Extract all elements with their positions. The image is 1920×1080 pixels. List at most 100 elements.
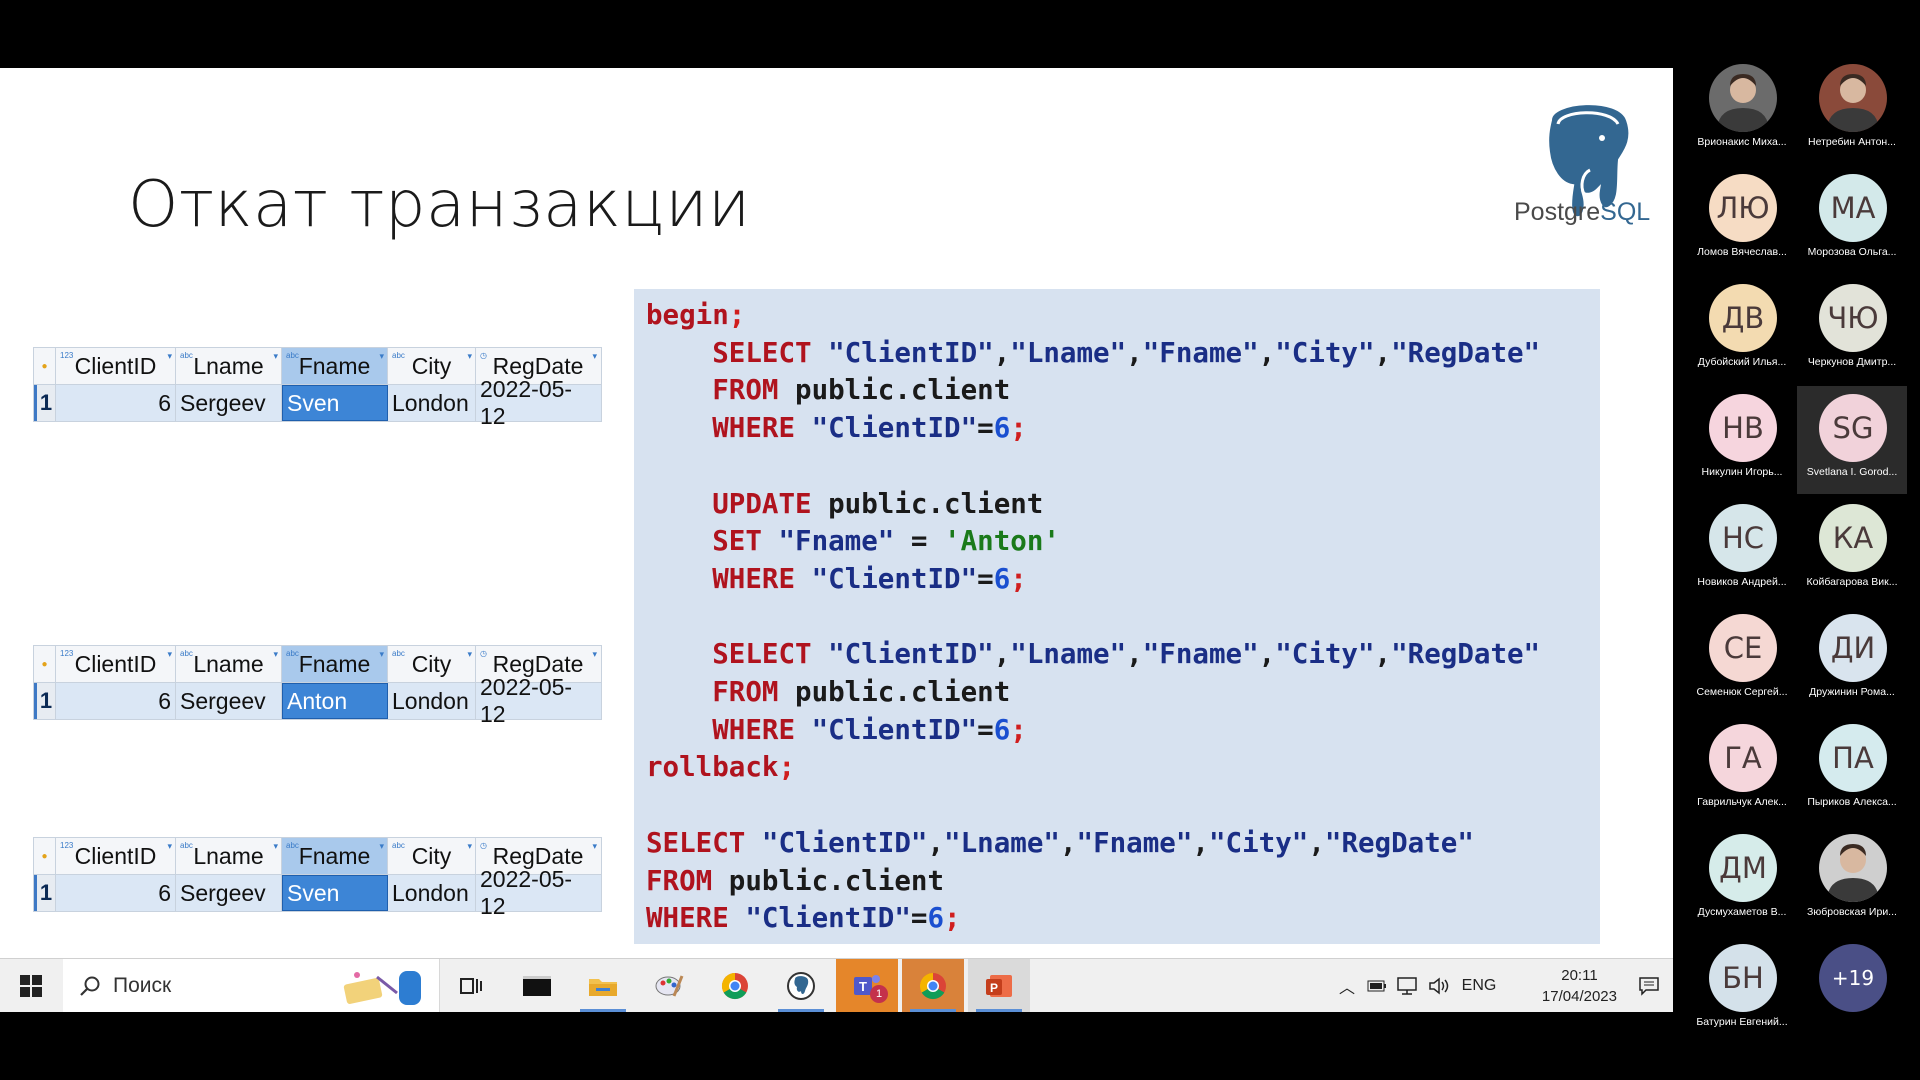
pgadmin-button[interactable] bbox=[770, 959, 832, 1012]
participant-tile[interactable]: ЧЮ Черкунов Дмитр... bbox=[1797, 276, 1907, 384]
filter-icon[interactable]: ▾ bbox=[379, 351, 384, 362]
cell-fname[interactable]: Anton bbox=[282, 683, 388, 719]
column-header-city[interactable]: abc City ▾ bbox=[388, 838, 476, 874]
participant-tile[interactable]: SG Svetlana I. Gorod... bbox=[1797, 386, 1907, 494]
filter-icon[interactable]: ▾ bbox=[592, 351, 597, 362]
task-view-button[interactable] bbox=[440, 959, 502, 1012]
battery-button[interactable] bbox=[1363, 959, 1391, 1012]
cell-fname[interactable]: Sven bbox=[282, 875, 388, 911]
participant-tile[interactable]: МА Морозова Ольга... bbox=[1797, 166, 1907, 274]
avatar: КА bbox=[1819, 504, 1887, 572]
grid-corner[interactable]: ● bbox=[34, 646, 56, 682]
filter-icon[interactable]: ▾ bbox=[467, 841, 472, 852]
filter-icon[interactable]: ▾ bbox=[167, 351, 172, 362]
filter-icon[interactable]: ▾ bbox=[273, 841, 278, 852]
participant-tile[interactable]: ПА Пыриков Алекса... bbox=[1797, 716, 1907, 824]
more-participants-button[interactable]: +19 bbox=[1797, 936, 1907, 1044]
filter-icon[interactable]: ▾ bbox=[467, 649, 472, 660]
table-row[interactable]: 1 6 Sergeev Sven London 2022-05-12 bbox=[34, 376, 601, 429]
filter-icon[interactable]: ▾ bbox=[592, 649, 597, 660]
participant-tile[interactable]: ДМ Дусмухаметов В... bbox=[1687, 826, 1797, 934]
taskbar-clock[interactable]: 20:11 17/04/2023 bbox=[1542, 965, 1617, 1007]
column-header-fname[interactable]: abc Fname ▾ bbox=[282, 348, 388, 384]
filter-icon[interactable]: ▾ bbox=[273, 351, 278, 362]
participant-tile[interactable]: НС Новиков Андрей... bbox=[1687, 496, 1797, 604]
column-header-label: City bbox=[411, 650, 452, 677]
cell-clientid[interactable]: 6 bbox=[56, 683, 176, 719]
show-hidden-icons-button[interactable]: ︿ bbox=[1333, 959, 1361, 1012]
column-header-clientid[interactable]: 123 ClientID ▾ bbox=[56, 646, 176, 682]
chrome-button[interactable] bbox=[902, 959, 964, 1012]
teams-button[interactable]: T 1 bbox=[836, 959, 898, 1012]
code-token: "Lname" bbox=[1010, 638, 1127, 671]
cell-city[interactable]: London bbox=[388, 683, 476, 719]
cell-lname[interactable]: Sergeev bbox=[176, 875, 282, 911]
terminal-button[interactable] bbox=[506, 959, 568, 1012]
cell-lname[interactable]: Sergeev bbox=[176, 683, 282, 719]
row-number[interactable]: 1 bbox=[34, 683, 56, 719]
search-highlight-icon bbox=[343, 971, 421, 1005]
file-explorer-button[interactable] bbox=[572, 959, 634, 1012]
participant-tile[interactable]: КА Койбагарова Вик... bbox=[1797, 496, 1907, 604]
filter-icon[interactable]: ▾ bbox=[379, 649, 384, 660]
cell-city[interactable]: London bbox=[388, 875, 476, 911]
filter-icon[interactable]: ▾ bbox=[379, 841, 384, 852]
row-number[interactable]: 1 bbox=[34, 385, 56, 421]
participant-tile[interactable]: ДВ Дубойский Илья... bbox=[1687, 276, 1797, 384]
column-header-lname[interactable]: abc Lname ▾ bbox=[176, 348, 282, 384]
table-row[interactable]: 1 6 Sergeev Anton London 2022-05-12 bbox=[34, 674, 601, 727]
participant-tile[interactable]: ЛЮ Ломов Вячеслав... bbox=[1687, 166, 1797, 274]
network-button[interactable] bbox=[1393, 959, 1421, 1012]
column-header-city[interactable]: abc City ▾ bbox=[388, 646, 476, 682]
chrome-button[interactable] bbox=[704, 959, 766, 1012]
powerpoint-button[interactable]: P bbox=[968, 959, 1030, 1012]
paint-button[interactable] bbox=[638, 959, 700, 1012]
column-header-lname[interactable]: abc Lname ▾ bbox=[176, 838, 282, 874]
code-token: , bbox=[993, 638, 1011, 671]
participant-tile[interactable]: Зюбровская Ири... bbox=[1797, 826, 1907, 934]
grid-corner[interactable]: ● bbox=[34, 838, 56, 874]
cell-fname[interactable]: Sven bbox=[282, 385, 388, 421]
participant-tile[interactable]: БН Батурин Евгений... bbox=[1687, 936, 1797, 1044]
cell-city[interactable]: London bbox=[388, 385, 476, 421]
column-header-city[interactable]: abc City ▾ bbox=[388, 348, 476, 384]
volume-button[interactable] bbox=[1425, 959, 1453, 1012]
column-header-fname[interactable]: abc Fname ▾ bbox=[282, 646, 388, 682]
clock-date: 17/04/2023 bbox=[1541, 988, 1617, 1005]
cell-clientid[interactable]: 6 bbox=[56, 875, 176, 911]
code-token: "ClientID" bbox=[811, 713, 978, 746]
cell-lname[interactable]: Sergeev bbox=[176, 385, 282, 421]
filter-icon[interactable]: ▾ bbox=[167, 649, 172, 660]
grid-corner[interactable]: ● bbox=[34, 348, 56, 384]
input-language[interactable]: ENG bbox=[1457, 959, 1501, 1012]
svg-text:T: T bbox=[859, 979, 867, 994]
participant-tile[interactable]: СЕ Семенюк Сергей... bbox=[1687, 606, 1797, 714]
column-header-fname[interactable]: abc Fname ▾ bbox=[282, 838, 388, 874]
cell-regdate[interactable]: 2022-05-12 bbox=[476, 376, 600, 429]
code-token: 'Anton' bbox=[944, 525, 1060, 558]
column-header-clientid[interactable]: 123 ClientID ▾ bbox=[56, 348, 176, 384]
person-photo-icon bbox=[1717, 74, 1769, 132]
column-header-clientid[interactable]: 123 ClientID ▾ bbox=[56, 838, 176, 874]
filter-icon[interactable]: ▾ bbox=[167, 841, 172, 852]
cell-regdate[interactable]: 2022-05-12 bbox=[476, 866, 600, 919]
table-row[interactable]: 1 6 Sergeev Sven London 2022-05-12 bbox=[34, 866, 601, 919]
participant-tile[interactable]: НВ Никулин Игорь... bbox=[1687, 386, 1797, 494]
filter-icon[interactable]: ▾ bbox=[467, 351, 472, 362]
code-line: WHERE "ClientID"=6; bbox=[646, 900, 1540, 938]
taskbar-search-box[interactable]: Поиск bbox=[63, 959, 440, 1012]
filter-icon[interactable]: ▾ bbox=[592, 841, 597, 852]
participant-tile[interactable]: ГА Гаврильчук Алек... bbox=[1687, 716, 1797, 824]
notifications-button[interactable] bbox=[1631, 959, 1667, 1012]
code-token: , bbox=[1192, 826, 1209, 859]
filter-icon[interactable]: ▾ bbox=[273, 649, 278, 660]
row-number[interactable]: 1 bbox=[34, 875, 56, 911]
code-token: public.client bbox=[728, 864, 945, 897]
participant-tile[interactable]: ДИ Дружинин Рома... bbox=[1797, 606, 1907, 714]
cell-clientid[interactable]: 6 bbox=[56, 385, 176, 421]
start-button[interactable] bbox=[0, 959, 62, 1012]
participant-tile[interactable]: Врионакис Миха... bbox=[1687, 56, 1797, 164]
column-header-lname[interactable]: abc Lname ▾ bbox=[176, 646, 282, 682]
cell-regdate[interactable]: 2022-05-12 bbox=[476, 674, 600, 727]
participant-tile[interactable]: Нетребин Антон... bbox=[1797, 56, 1907, 164]
